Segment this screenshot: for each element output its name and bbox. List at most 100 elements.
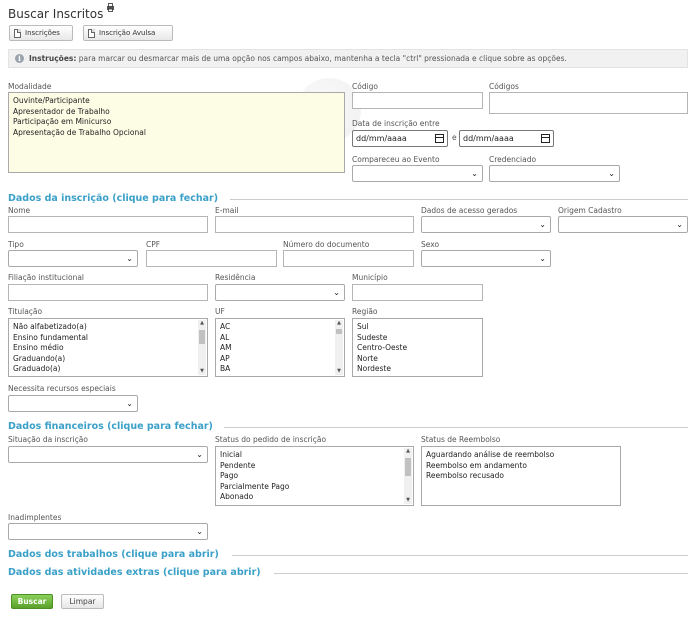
instructions-text: para marcar ou desmarcar mais de uma opç… [78,54,567,63]
list-item[interactable]: AP [216,354,344,365]
list-item[interactable]: Aguardando análise de reembolso [422,447,620,461]
list-item[interactable]: AM [216,343,344,354]
documento-input[interactable] [283,250,414,267]
uf-listbox[interactable]: AC AL AM AP BA ▲ ▼ [215,318,345,377]
cpf-label: CPF [146,240,161,249]
list-item[interactable]: Participação em Minicurso [9,117,344,128]
data-inscricao-from[interactable]: dd/mm/aaaa [352,130,448,147]
list-item[interactable]: Sudeste [353,333,482,344]
data-sep: e [452,133,457,142]
chevron-down-icon: ⌄ [196,527,203,536]
inscricoes-button[interactable]: Inscrições [9,25,73,41]
tipo-select[interactable]: ⌄ [8,250,138,267]
inadimplentes-label: Inadimplentes [8,513,62,522]
list-item[interactable]: AL [216,333,344,344]
scrollbar[interactable]: ▲ ▼ [198,320,206,375]
list-item[interactable]: Pendente [216,461,413,472]
filiacao-input[interactable] [8,284,208,301]
list-item[interactable]: Sul [353,319,482,333]
sexo-label: Sexo [421,240,440,249]
list-item[interactable]: Ouvinte/Participante [9,93,344,107]
compareceu-label: Compareceu ao Evento [352,155,440,164]
codigos-label: Códigos [489,82,519,91]
municipio-input[interactable] [352,284,483,301]
list-item[interactable]: Reembolso em andamento [422,461,620,472]
chevron-down-icon: ⌄ [196,450,203,459]
section-divider [230,199,688,200]
instructions-bold: Instruções: [29,54,77,63]
modalidade-listbox[interactable]: Ouvinte/Participante Apresentador de Tra… [8,92,345,173]
codigo-input[interactable] [352,92,483,109]
origem-select[interactable]: ⌄ [558,216,688,233]
list-item[interactable]: Norte [353,354,482,365]
municipio-label: Município [352,273,388,282]
reembolso-label: Status de Reembolso [421,435,501,444]
situacao-select[interactable]: ⌄ [8,446,208,463]
list-item[interactable]: Parcialmente Pago [216,482,413,493]
origem-label: Origem Cadastro [558,206,622,215]
inscricao-avulsa-button-label: Inscrição Avulsa [99,29,156,37]
nome-input[interactable] [8,216,208,233]
regiao-listbox[interactable]: Sul Sudeste Centro-Oeste Norte Nordeste [352,318,483,377]
section-trabalhos-toggle[interactable]: Dados dos trabalhos (clique para abrir) [8,549,219,560]
list-item[interactable]: AC [216,319,344,333]
titulacao-listbox[interactable]: Não alfabetizado(a) Ensino fundamental E… [8,318,208,377]
list-item[interactable]: Apresentação de Trabalho Opcional [9,128,344,139]
printer-icon[interactable] [106,3,115,12]
cpf-input[interactable] [146,250,277,267]
recursos-label: Necessita recursos especiais [8,384,116,393]
calendar-icon[interactable] [541,134,550,143]
list-item[interactable]: BA [216,364,344,375]
nome-label: Nome [8,206,31,215]
status-pedido-label: Status do pedido de inscrição [215,435,327,444]
list-item[interactable]: Nordeste [353,364,482,375]
sexo-select[interactable]: ⌄ [421,250,551,267]
chevron-down-icon: ⌄ [608,169,615,178]
list-item[interactable]: Graduado(a) [9,364,207,375]
codigos-textarea[interactable] [489,92,688,114]
acesso-select[interactable]: ⌄ [421,216,551,233]
recursos-select[interactable]: ⌄ [8,395,138,412]
info-icon: i [15,54,24,63]
date-placeholder: dd/mm/aaaa [463,134,514,143]
list-item[interactable]: Inicial [216,447,413,461]
residencia-select[interactable]: ⌄ [215,284,345,301]
reembolso-listbox[interactable]: Aguardando análise de reembolso Reembols… [421,446,621,506]
section-inscricao-toggle[interactable]: Dados da inscrição (clique para fechar) [8,193,218,204]
scrollbar[interactable]: ▲ ▼ [335,320,343,375]
status-pedido-listbox[interactable]: Inicial Pendente Pago Parcialmente Pago … [215,446,414,506]
buscar-button[interactable]: Buscar [11,594,53,609]
section-financeiros-toggle[interactable]: Dados financeiros (clique para fechar) [8,421,213,432]
email-input[interactable] [215,216,414,233]
credenciado-select[interactable]: ⌄ [489,165,620,182]
list-item[interactable]: Apresentador de Trabalho [9,107,344,118]
list-item[interactable]: Não alfabetizado(a) [9,319,207,333]
date-placeholder: dd/mm/aaaa [356,134,407,143]
list-item[interactable]: Abonado [216,492,413,503]
chevron-down-icon: ⌄ [126,399,133,408]
page-title: Buscar Inscritos [8,7,104,21]
inscricoes-button-label: Inscrições [25,29,60,37]
list-item[interactable]: Reembolso recusado [422,471,620,482]
situacao-label: Situação da inscrição [8,435,88,444]
list-item[interactable]: Ensino médio [9,343,207,354]
inadimplentes-select[interactable]: ⌄ [8,523,208,540]
section-divider [232,555,688,556]
list-item[interactable]: Centro-Oeste [353,343,482,354]
residencia-label: Residência [215,273,256,282]
list-item[interactable]: Pago [216,471,413,482]
chevron-down-icon: ⌄ [471,169,478,178]
limpar-button[interactable]: Limpar [61,594,104,609]
section-atividades-toggle[interactable]: Dados das atividades extras (clique para… [8,567,261,578]
chevron-down-icon: ⌄ [539,220,546,229]
compareceu-select[interactable]: ⌄ [352,165,483,182]
documento-label: Número do documento [283,240,370,249]
email-label: E-mail [215,206,239,215]
list-item[interactable]: Graduando(a) [9,354,207,365]
list-item[interactable]: Ensino fundamental [9,333,207,344]
scrollbar[interactable]: ▲ ▼ [404,448,412,504]
data-inscricao-to[interactable]: dd/mm/aaaa [459,130,554,147]
calendar-icon[interactable] [435,134,444,143]
inscricao-avulsa-button[interactable]: Inscrição Avulsa [83,25,173,41]
modalidade-label: Modalidade [8,82,52,91]
